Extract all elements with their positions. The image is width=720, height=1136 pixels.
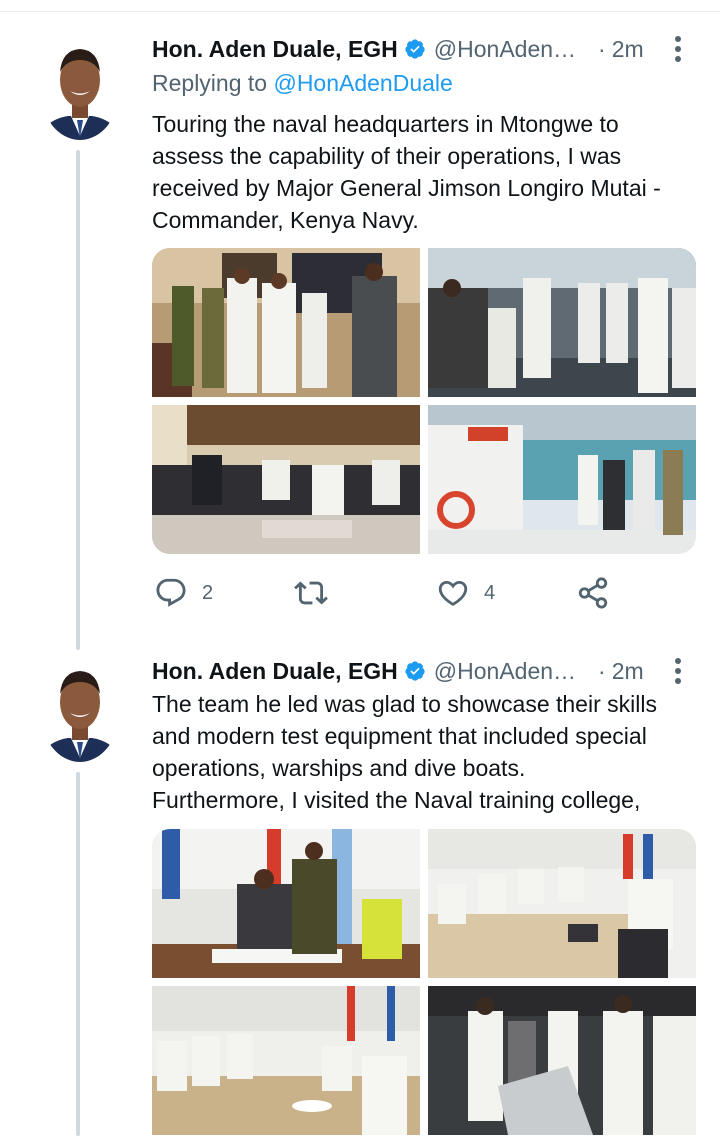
reply-count: 2 [202,581,214,604]
separator-dot: · [598,35,606,62]
photo-signing-visitors-book-image [152,829,420,978]
timestamp[interactable]: 2m [612,658,644,685]
like-button[interactable]: 4 [436,576,495,610]
tweet-text-line: Furthermore, I visited the Naval trainin… [152,787,641,813]
photo-officers-around-conference-table-image [152,986,420,1135]
more-vertical-icon[interactable] [668,656,688,686]
tweet-text: The team he led was glad to showcase the… [152,688,697,816]
photo-meeting-in-conference-room-image [428,829,696,978]
heart-icon [438,580,468,606]
photo-signing-visitors-book[interactable] [152,829,420,978]
reply-icon [156,578,186,607]
photo-officers-on-ship-bridge[interactable] [428,248,696,397]
reply-button[interactable]: 2 [154,576,213,610]
photo-officials-on-boat-deck-image [428,405,696,554]
photo-officials-seated-in-lounge-image [152,405,420,554]
tweet-text-line: operations, warships and dive boats. [152,755,526,781]
replying-to-label: Replying to [152,70,268,96]
author-handle[interactable]: @HonAden… [434,658,576,685]
share-icon [578,577,608,609]
verified-badge-icon [405,39,425,59]
tweet-text-line: received by Major General Jimson Longiro… [152,175,661,201]
tweet-actions: 2 4 [152,576,672,612]
photo-officers-at-simulator-console-image [428,986,696,1135]
retweet-icon [294,581,328,605]
photo-officers-around-conference-table[interactable] [152,986,420,1135]
tweet-text-line: Touring the naval headquarters in Mtongw… [152,111,619,137]
profile-photo-icon [40,36,120,140]
photo-officials-on-boat-deck[interactable] [428,405,696,554]
avatar[interactable] [40,658,120,762]
avatar[interactable] [40,36,120,140]
tweet-header: Hon. Aden Duale, EGH @HonAden… · 2m [152,34,692,64]
media-grid [152,829,696,1136]
photo-meeting-in-conference-room[interactable] [428,829,696,978]
photo-officers-on-ship-bridge-image [428,248,696,397]
replying-to-link[interactable]: @HonAdenDuale [273,70,452,96]
retweet-button[interactable] [294,576,342,610]
photo-officials-standing-in-office[interactable] [152,248,420,397]
author-name[interactable]: Hon. Aden Duale, EGH [152,658,398,685]
media-grid [152,248,696,554]
replying-to: Replying to @HonAdenDuale [152,70,453,97]
thread-line [76,150,80,650]
author-name[interactable]: Hon. Aden Duale, EGH [152,36,398,63]
author-handle[interactable]: @HonAden… [434,36,576,63]
top-divider [0,11,720,12]
photo-officials-standing-in-office-image [152,248,420,397]
share-button[interactable] [576,576,610,610]
tweet-text-line: The team he led was glad to showcase the… [152,691,657,717]
tweet-text-line: assess the capability of their operation… [152,143,622,169]
thread-line [76,772,80,1136]
tweet-text: Touring the naval headquarters in Mtongw… [152,108,697,236]
profile-photo-icon [40,658,120,762]
photo-officials-seated-in-lounge[interactable] [152,405,420,554]
tweet-text-line: Commander, Kenya Navy. [152,207,419,233]
like-count: 4 [484,581,496,604]
separator-dot: · [598,657,606,684]
tweet-text-line: and modern test equipment that included … [152,723,647,749]
tweet-header: Hon. Aden Duale, EGH @HonAden… · 2m [152,656,692,686]
photo-officers-at-simulator-console[interactable] [428,986,696,1135]
verified-badge-icon [405,661,425,681]
more-vertical-icon[interactable] [668,34,688,64]
timestamp[interactable]: 2m [612,36,644,63]
